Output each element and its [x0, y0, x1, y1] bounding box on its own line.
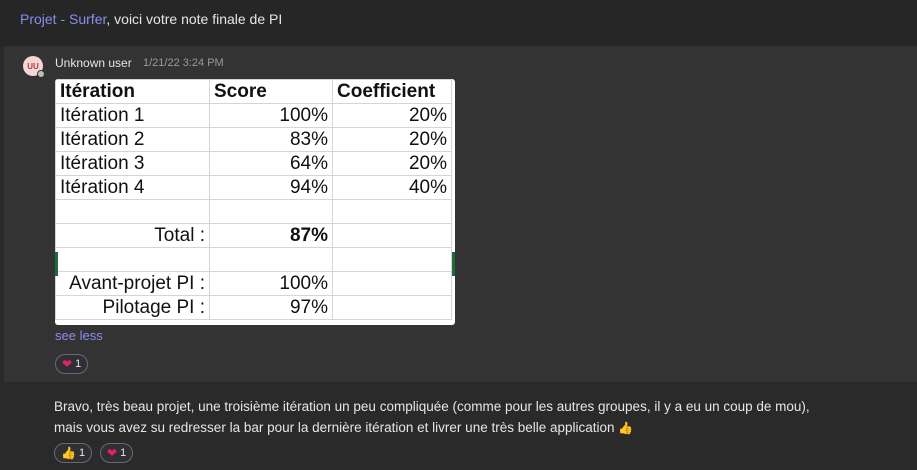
reply-post: Bravo, très beau projet, une troisième i… — [4, 382, 917, 470]
row-score: 94% — [209, 175, 333, 200]
avant-projet-value: 100% — [209, 271, 333, 296]
empty-cell — [332, 223, 452, 248]
pilotage-value: 97% — [209, 295, 333, 320]
reply-text-line: Bravo, très beau projet, une troisième i… — [54, 399, 810, 414]
avant-projet-label: Avant-projet PI : — [55, 271, 210, 296]
empty-row — [55, 199, 452, 224]
empty-cell — [332, 199, 452, 224]
avatar-initials: UU — [27, 61, 39, 71]
row-label: Itération 3 — [55, 151, 210, 176]
reply-message: Bravo, très beau projet, une troisième i… — [54, 396, 894, 438]
row-label: Itération 1 — [55, 103, 210, 128]
thumbs-up-icon: 👍 — [61, 446, 76, 460]
reaction-count: 1 — [120, 447, 127, 459]
total-row: Total : 87% — [55, 223, 452, 248]
table-row: Itération 4 94% 40% — [55, 175, 452, 200]
row-label: Itération 2 — [55, 127, 210, 152]
table-row: Itération 2 83% 20% — [55, 127, 452, 152]
pilotage-row: Pilotage PI : 97% — [55, 295, 452, 320]
row-coefficient: 20% — [332, 127, 452, 152]
username[interactable]: Unknown user — [55, 56, 132, 70]
row-score: 64% — [209, 151, 333, 176]
empty-cell — [55, 247, 210, 272]
selection-marker-left — [55, 252, 58, 276]
heart-reaction-button[interactable]: ❤ 1 — [100, 443, 134, 463]
reply-text-line-wrapper: mais vous avez su redresser la bar pour … — [54, 417, 894, 438]
reply-text-line: mais vous avez su redresser la bar pour … — [54, 420, 615, 435]
heart-icon: ❤ — [107, 446, 118, 460]
presence-status-dot — [37, 70, 45, 78]
empty-cell — [332, 295, 452, 320]
empty-cell — [209, 247, 333, 272]
empty-cell — [332, 247, 452, 272]
header-iteration: Itération — [55, 79, 210, 104]
empty-cell — [209, 199, 333, 224]
message-header: Projet - Surfer, voici votre note finale… — [0, 0, 917, 46]
total-label: Total : — [55, 223, 210, 248]
header-score: Score — [209, 79, 333, 104]
avant-projet-row: Avant-projet PI : 100% — [55, 271, 452, 296]
row-coefficient: 20% — [332, 103, 452, 128]
timestamp: 1/21/22 3:24 PM — [143, 57, 224, 69]
thumbs-up-icon: 👍 — [618, 421, 634, 435]
row-coefficient: 20% — [332, 151, 452, 176]
pilotage-label: Pilotage PI : — [55, 295, 210, 320]
empty-cell — [55, 199, 210, 224]
empty-cell — [332, 271, 452, 296]
reaction-count: 1 — [75, 358, 82, 370]
empty-row — [55, 247, 452, 272]
total-value: 87% — [209, 223, 333, 248]
chat-post: UU Unknown user 1/21/22 3:24 PM Itératio… — [4, 46, 917, 382]
project-link[interactable]: Projet - Surfer — [20, 11, 106, 27]
header-coefficient: Coefficient — [332, 79, 452, 104]
heart-reaction-button[interactable]: ❤ 1 — [55, 354, 89, 374]
row-coefficient: 40% — [332, 175, 452, 200]
heart-icon: ❤ — [62, 357, 73, 371]
row-label: Itération 4 — [55, 175, 210, 200]
avatar[interactable]: UU — [23, 56, 45, 78]
selection-marker-right — [452, 252, 455, 276]
spreadsheet-image[interactable]: Itération Score Coefficient Itération 1 … — [55, 79, 455, 325]
grade-table: Itération Score Coefficient Itération 1 … — [55, 79, 452, 320]
thumbs-up-reaction-button[interactable]: 👍 1 — [54, 443, 93, 463]
message-text: , voici votre note finale de PI — [106, 11, 283, 27]
row-score: 83% — [209, 127, 333, 152]
reaction-count: 1 — [78, 447, 86, 459]
table-row: Itération 3 64% 20% — [55, 151, 452, 176]
table-header-row: Itération Score Coefficient — [55, 79, 452, 104]
see-less-link[interactable]: see less — [55, 328, 103, 343]
row-score: 100% — [209, 103, 333, 128]
table-row: Itération 1 100% 20% — [55, 103, 452, 128]
